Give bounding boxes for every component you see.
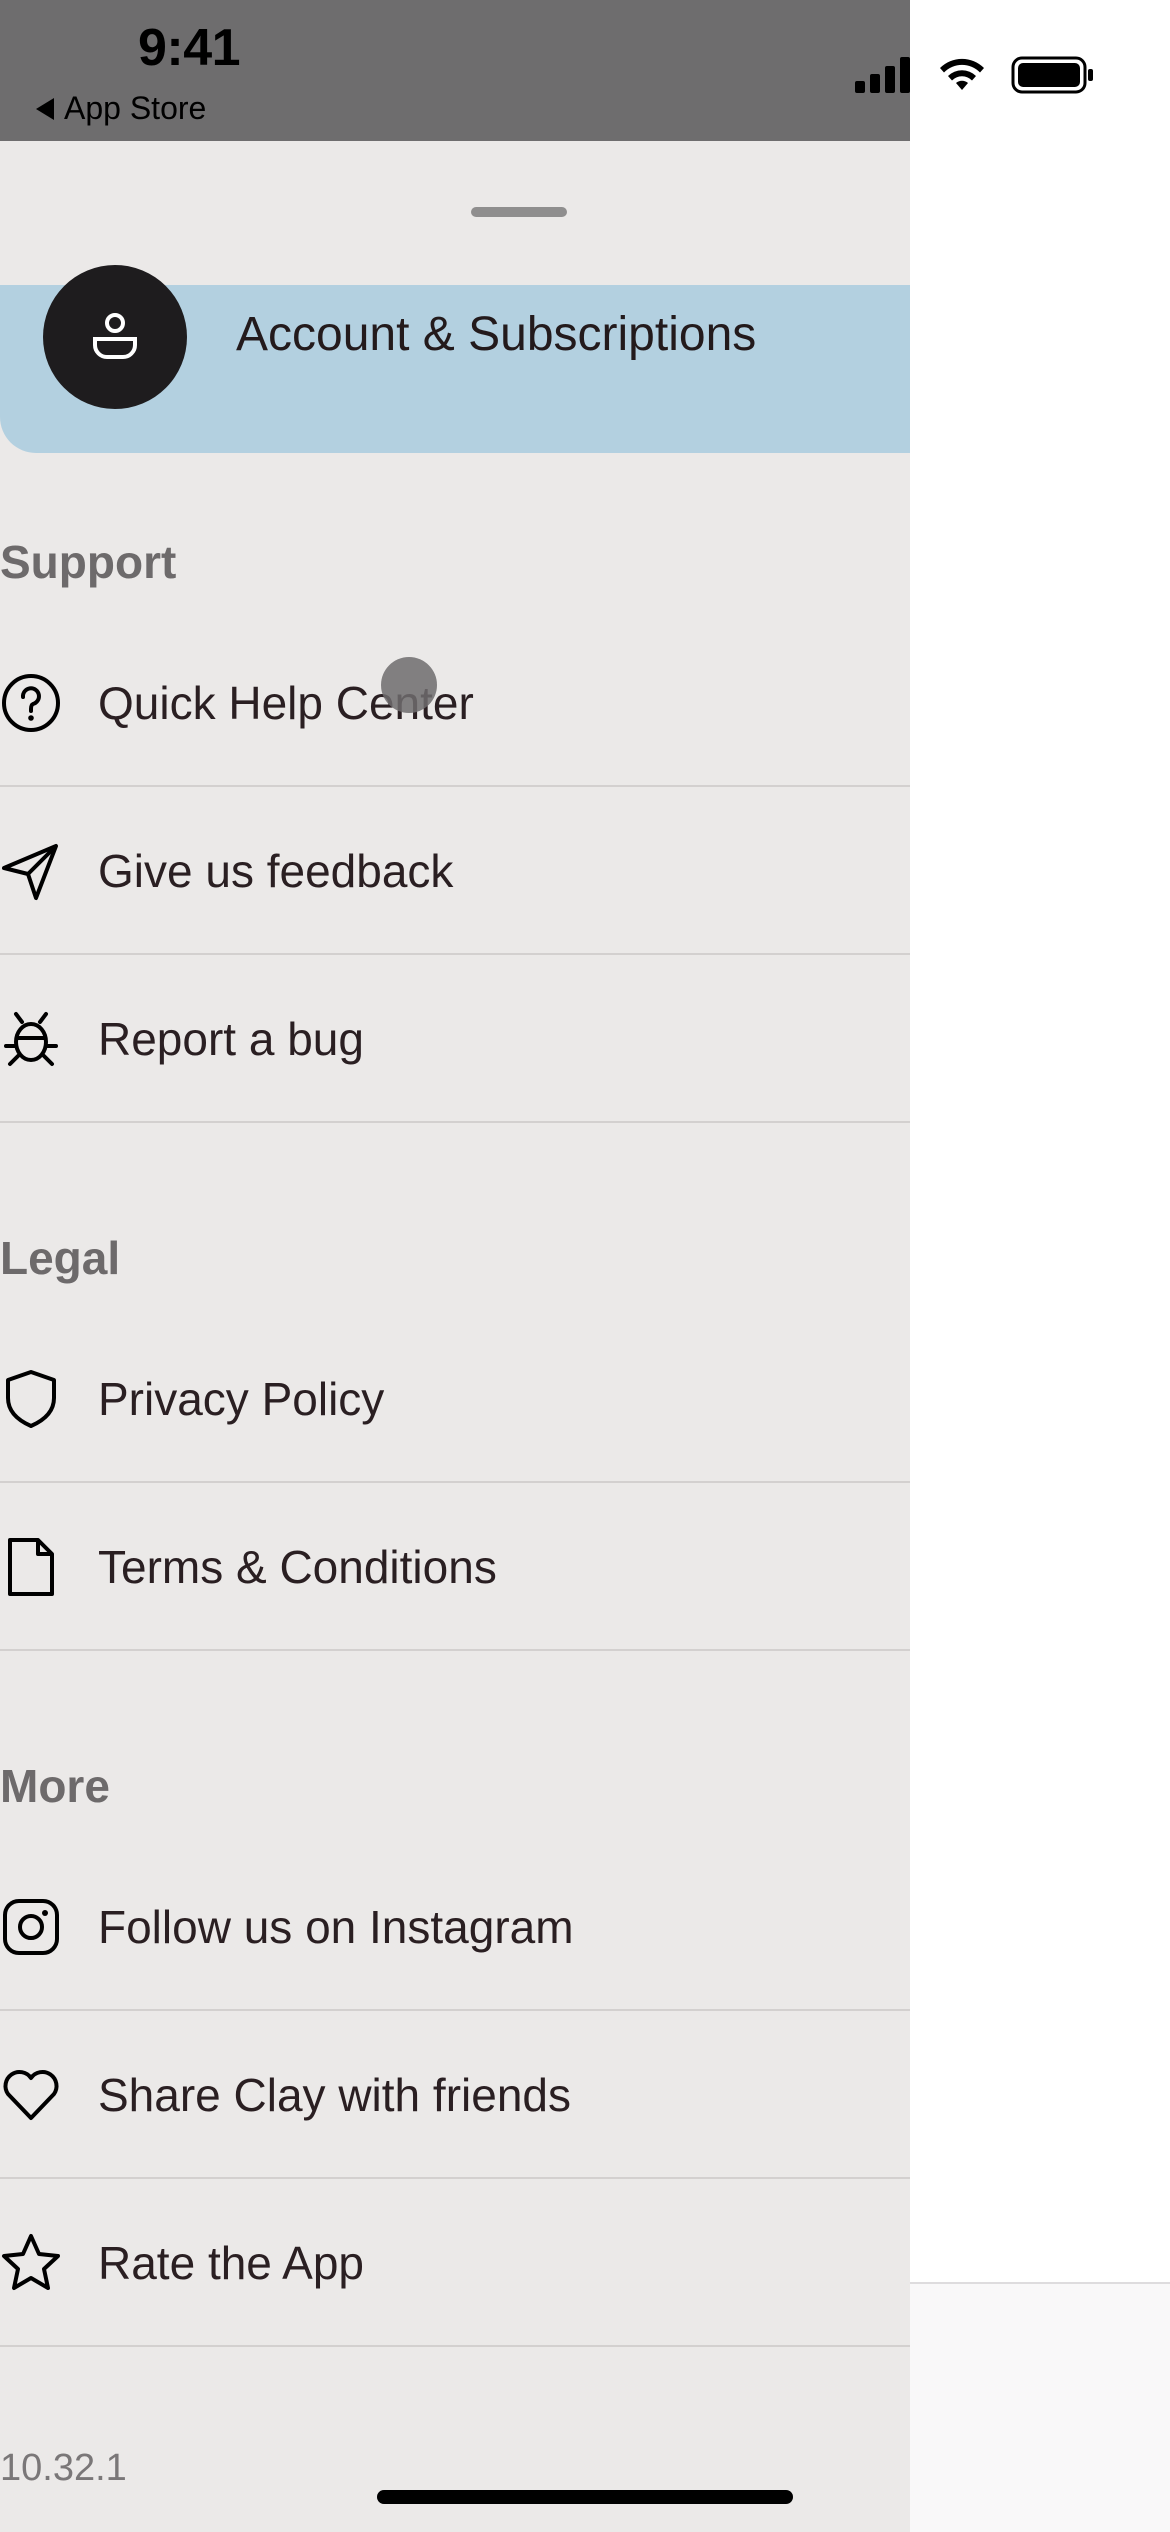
question-circle-icon (0, 672, 62, 734)
status-icons (855, 56, 1095, 94)
instagram-icon (0, 1896, 62, 1958)
privacy-policy-item[interactable]: Privacy Policy (0, 1317, 910, 1483)
privacy-policy-label: Privacy Policy (98, 1373, 385, 1425)
more-section-title: More (0, 1760, 110, 1812)
account-subscriptions-label: Account & Subscriptions (236, 308, 757, 361)
back-label: App Store (64, 90, 207, 126)
signal-icon (855, 57, 910, 93)
battery-icon (1011, 56, 1093, 94)
follow-instagram-item[interactable]: Follow us on Instagram (0, 1845, 910, 2011)
share-clay-label: Share Clay with friends (98, 2069, 571, 2121)
back-triangle-icon (36, 97, 54, 120)
wifi-icon (940, 58, 984, 90)
give-feedback-label: Give us feedback (98, 845, 454, 897)
rate-app-label: Rate the App (98, 2237, 364, 2289)
account-avatar (43, 265, 187, 409)
give-feedback-item[interactable]: Give us feedback (0, 789, 910, 955)
drawer-grabber[interactable] (471, 207, 567, 217)
follow-instagram-label: Follow us on Instagram (98, 1901, 574, 1953)
app-version: 10.32.1 (0, 2447, 127, 2489)
terms-conditions-item[interactable]: Terms & Conditions (0, 1485, 910, 1651)
settings-drawer: Account & Subscriptions Support Quick He… (0, 141, 910, 2532)
report-bug-item[interactable]: Report a bug (0, 957, 910, 1123)
main-app-background (910, 0, 1170, 2532)
quick-help-center-item[interactable]: Quick Help Center (0, 621, 910, 787)
user-icon (93, 313, 137, 359)
share-clay-item[interactable]: Share Clay with friends (0, 2013, 910, 2179)
support-section-title: Support (0, 536, 177, 588)
star-icon (0, 2232, 62, 2294)
status-time: 9:41 (138, 19, 241, 77)
rate-app-item[interactable]: Rate the App (0, 2181, 910, 2347)
shield-icon (0, 1368, 62, 1430)
bug-icon (0, 1008, 62, 1070)
terms-conditions-label: Terms & Conditions (98, 1541, 497, 1593)
document-icon (0, 1536, 62, 1598)
touch-indicator (381, 657, 437, 713)
back-to-app-store-link[interactable]: App Store (36, 90, 206, 127)
heart-icon (0, 2064, 62, 2126)
home-indicator[interactable] (377, 2490, 793, 2504)
send-icon (0, 840, 62, 902)
report-bug-label: Report a bug (98, 1013, 364, 1065)
legal-section-title: Legal (0, 1232, 121, 1284)
main-app-tab-bar (910, 2282, 1170, 2532)
status-bar-dimmed: 9:41 App Store (0, 0, 910, 141)
